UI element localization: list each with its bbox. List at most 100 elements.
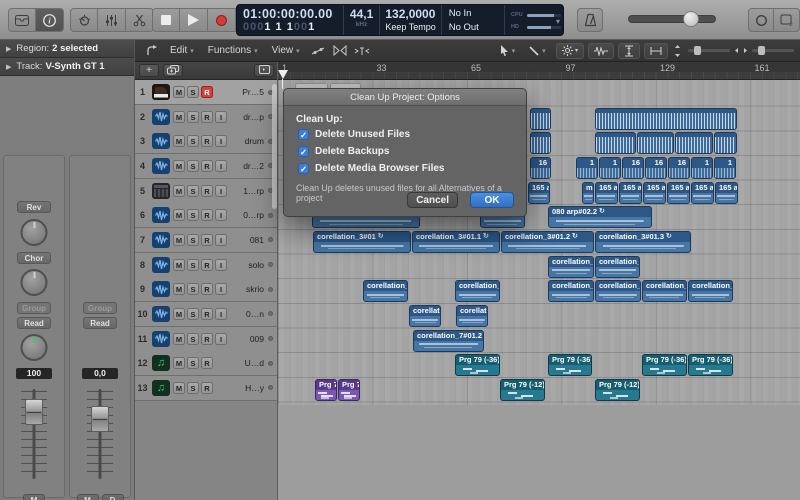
play-icon[interactable] <box>180 8 208 32</box>
region[interactable]: corellation_5 <box>548 255 594 278</box>
region[interactable]: Prg 79 (-36) <box>548 354 592 377</box>
mute-button[interactable]: M <box>23 494 45 500</box>
region[interactable] <box>595 132 636 155</box>
library-icon[interactable] <box>8 8 36 32</box>
track-header-row[interactable]: 3 M S R Idrum <box>135 129 278 155</box>
record-enable-button[interactable]: R <box>201 86 213 98</box>
region[interactable]: corellation_5 <box>595 255 640 278</box>
solo-button[interactable]: S <box>187 184 199 197</box>
record-enable-button[interactable]: R <box>201 184 213 197</box>
region[interactable]: 16 <box>622 156 644 179</box>
fader-thumb[interactable] <box>25 399 43 425</box>
loop-browser-icon[interactable] <box>748 8 774 32</box>
track-header-row[interactable]: 7 M S R I 081 <box>135 227 278 253</box>
stop-icon[interactable] <box>152 8 180 32</box>
region[interactable]: 165 a <box>619 181 642 204</box>
region[interactable]: corellation_3#01.3 ↻ <box>595 230 691 253</box>
solo-button[interactable]: S <box>187 159 199 172</box>
mute-button[interactable]: M <box>173 381 185 394</box>
mute-button[interactable]: M <box>173 307 185 320</box>
lcd-chevron-icon[interactable]: ▾ <box>556 17 560 26</box>
region[interactable] <box>714 132 737 155</box>
track-header-row[interactable]: 9 M S R Iskrio <box>135 277 278 303</box>
region[interactable]: Prg 79 (-36) <box>688 354 733 377</box>
solo-button[interactable]: S <box>187 357 199 370</box>
solo-button[interactable]: S <box>187 381 199 394</box>
horizontal-zoom-slider[interactable] <box>752 46 794 55</box>
ok-button[interactable]: OK <box>470 192 514 208</box>
region[interactable]: 165 a <box>528 181 550 204</box>
bar-ruler[interactable]: 1 33 65 97 129 161 <box>278 62 800 80</box>
edit-menu[interactable]: Edit ▾ <box>170 45 194 56</box>
view-menu[interactable]: View ▾ <box>272 45 300 56</box>
track-inspector-header[interactable]: ▶ Track: V-Synth GT 1 <box>0 58 134 76</box>
region[interactable]: 165 a <box>715 181 738 204</box>
region[interactable]: 1 <box>576 156 598 179</box>
record-enable-button[interactable]: R <box>201 332 213 345</box>
pan-value[interactable]: 100 <box>16 368 52 379</box>
volume-fader[interactable] <box>21 389 47 479</box>
solo-button[interactable]: S <box>187 135 199 148</box>
send-rev-knob[interactable] <box>20 219 48 246</box>
group-button[interactable]: Group <box>83 302 117 314</box>
solo-button[interactable]: S <box>187 86 199 98</box>
input-monitor-button[interactable]: I <box>215 233 227 246</box>
editors-icon[interactable] <box>126 8 154 32</box>
volume-thumb[interactable] <box>683 11 699 27</box>
region[interactable]: 16 <box>668 156 690 179</box>
group-button[interactable]: Group <box>17 302 51 314</box>
mute-button[interactable]: M <box>76 494 99 500</box>
input-monitor-button[interactable]: I <box>215 184 227 197</box>
mute-button[interactable]: M <box>173 357 185 370</box>
automation-icon[interactable] <box>307 43 329 59</box>
region[interactable]: corellation_3#01.1 ↻ <box>412 230 500 253</box>
send-chor-button[interactable]: Chor <box>17 252 51 264</box>
vertical-zoom-slider[interactable] <box>688 46 730 55</box>
solo-button[interactable]: S <box>187 233 199 246</box>
solo-button[interactable]: S <box>187 332 199 345</box>
region[interactable]: corellation_6 <box>363 280 408 303</box>
region[interactable]: corellation_6 <box>455 280 500 303</box>
mute-button[interactable]: M <box>173 332 185 345</box>
input-monitor-button[interactable]: I <box>215 209 227 222</box>
region[interactable]: corellati <box>409 304 441 327</box>
mute-button[interactable]: M <box>173 209 185 222</box>
checkbox-checked-icon[interactable]: ✓ <box>298 163 309 174</box>
region[interactable]: 165 a <box>595 181 618 204</box>
track-header-row[interactable]: 13 ♫ M S R H…y <box>135 375 278 401</box>
input-monitor-button[interactable]: I <box>215 135 227 148</box>
record-enable-button[interactable]: R <box>201 159 213 172</box>
record-icon[interactable] <box>208 8 236 32</box>
record-enable-button[interactable]: R <box>201 135 213 148</box>
region[interactable]: 080 arp#02.2 ↻ <box>548 206 652 229</box>
region[interactable]: corellati <box>456 304 488 327</box>
smart-controls-icon[interactable] <box>70 8 98 32</box>
region[interactable]: 1 <box>599 156 621 179</box>
functions-menu[interactable]: Functions ▾ <box>208 45 258 56</box>
track-header-row[interactable]: 11 M S R I 009 <box>135 326 278 352</box>
checkbox-checked-icon[interactable]: ✓ <box>298 129 309 140</box>
mute-button[interactable]: M <box>173 184 185 197</box>
region[interactable]: corellation_3#01 ↻ <box>313 230 411 253</box>
track-header-row[interactable]: 6 M S R I 0…rp <box>135 203 278 229</box>
region[interactable]: corellation_7#01.2 <box>413 329 484 352</box>
region[interactable] <box>675 132 713 155</box>
playhead-marker[interactable] <box>278 70 288 79</box>
input-monitor-button[interactable]: I <box>215 258 227 271</box>
region[interactable]: corellation_6 <box>548 280 594 303</box>
track-header-row[interactable]: 12 ♫ M S R U…d <box>135 351 278 377</box>
region[interactable]: Prg 79 (-12) <box>595 378 640 401</box>
master-volume-slider[interactable] <box>628 11 716 27</box>
solo-button[interactable]: S <box>187 258 199 271</box>
mute-button[interactable]: M <box>173 86 185 98</box>
add-track-button[interactable]: + <box>139 64 159 77</box>
region[interactable]: corellation_6 <box>688 280 733 303</box>
region[interactable]: Prg 79 (-36) <box>455 354 500 377</box>
input-monitor-button[interactable]: I <box>215 332 227 345</box>
flex-icon[interactable] <box>329 43 351 59</box>
checkbox-checked-icon[interactable]: ✓ <box>298 146 309 157</box>
waveform-zoom-icon[interactable] <box>588 42 614 59</box>
record-enable-button[interactable]: R <box>201 233 213 246</box>
region[interactable]: 16 <box>645 156 667 179</box>
record-enable-button[interactable]: R <box>201 283 213 296</box>
